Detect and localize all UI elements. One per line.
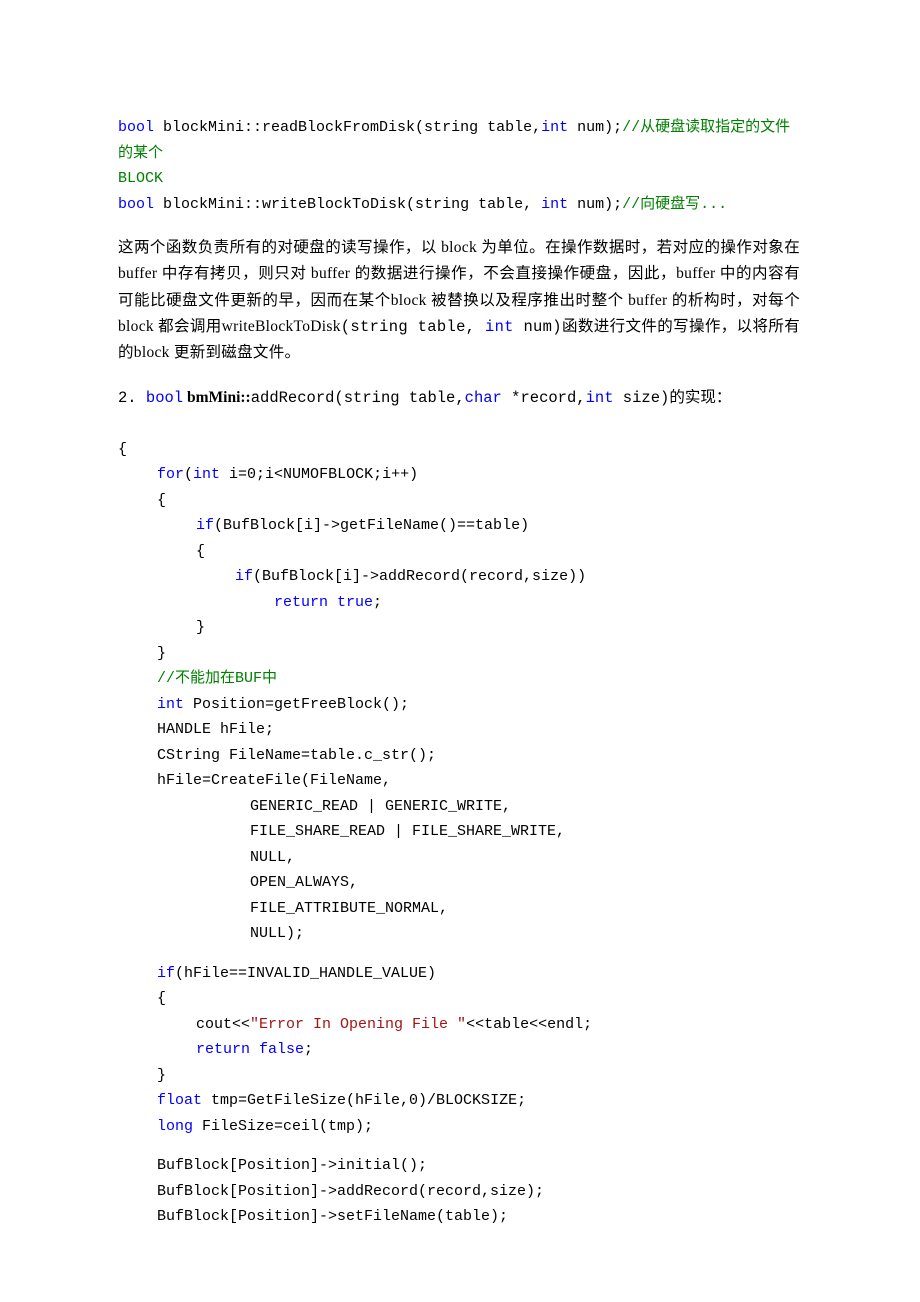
keyword-int: int [541,119,568,136]
keyword-bool: bool [118,196,154,213]
string-literal: "Error In Opening File " [250,1016,466,1033]
brace: { [118,441,127,458]
keyword-if: if [235,568,253,585]
code-text: i=0;i<NUMOFBLOCK;i++) [220,466,418,483]
code-text: BufBlock[Position]->setFileName(table); [118,1204,508,1230]
comment: //不能加在BUF中 [118,666,277,692]
keyword-if: if [196,517,214,534]
code-text: GENERIC_READ | GENERIC_WRITE, [118,794,511,820]
code-text: num); [568,196,622,213]
keyword-int: int [157,696,184,713]
code-text: BufBlock[Position]->addRecord(record,siz… [118,1179,544,1205]
class-name: bmMini:: [183,389,251,406]
code-text: OPEN_ALWAYS, [118,870,358,896]
code-text: (BufBlock[i]->getFileName()==table) [214,517,529,534]
brace: } [118,1063,166,1089]
keyword-int: int [193,466,220,483]
code-text: blockMini::readBlockFromDisk(string tabl… [154,119,541,136]
item-number: 2. [118,389,146,407]
code-line: bool blockMini::writeBlockToDisk(string … [118,192,800,218]
code-body: { for(int i=0;i<NUMOFBLOCK;i++) { if(Buf… [118,411,800,1255]
keyword-bool: bool [118,119,154,136]
function-sig: addRecord(string table, [251,389,465,407]
keyword-return: return [196,1041,250,1058]
code-text: FileSize=ceil(tmp); [193,1118,373,1135]
code-line: bool blockMini::readBlockFromDisk(string… [118,115,800,166]
comment: //向硬盘写... [622,196,727,213]
code-text: HANDLE hFile; [118,717,274,743]
code-text: FILE_SHARE_READ | FILE_SHARE_WRITE, [118,819,565,845]
code-text: hFile=CreateFile(FileName, [118,768,391,794]
semicolon: ; [373,594,382,611]
top-code-block: bool blockMini::readBlockFromDisk(string… [118,115,800,217]
code-text: (hFile==INVALID_HANDLE_VALUE) [175,965,436,982]
keyword-int: int [541,196,568,213]
keyword-float: float [157,1092,202,1109]
keyword-true: true [328,594,373,611]
section-heading: 2. bool bmMini::addRecord(string table,c… [118,385,800,412]
code-text: NULL); [118,921,304,947]
keyword-long: long [157,1118,193,1135]
keyword-return: return [274,594,328,611]
function-sig: *record, [502,389,586,407]
keyword-int: int [485,318,514,336]
code-text: (BufBlock[i]->addRecord(record,size)) [253,568,586,585]
brace: { [118,488,166,514]
brace: } [118,641,166,667]
keyword-int: int [586,389,614,407]
semicolon: ; [304,1041,313,1058]
brace: { [118,986,166,1012]
keyword-bool: bool [146,389,183,407]
brace: } [118,615,205,641]
code-text: NULL, [118,845,295,871]
keyword-false: false [250,1041,304,1058]
code-text: ( [184,466,193,483]
code-text: num); [568,119,622,136]
cn-text: 的实现： [669,389,731,407]
code-text: tmp=GetFileSize(hFile,0)/BLOCKSIZE; [202,1092,526,1109]
keyword-for: for [157,466,184,483]
keyword-if: if [157,965,175,982]
code-inline: num) [514,318,562,336]
code-text: cout<< [196,1016,250,1033]
body-paragraph: 这两个函数负责所有的对硬盘的读写操作，以 block 为单位。在操作数据时，若对… [118,235,800,367]
function-sig: size) [614,389,670,407]
code-text: CString FileName=table.c_str(); [118,743,436,769]
code-text: blockMini::writeBlockToDisk(string table… [154,196,541,213]
code-text: <<table<<endl; [466,1016,592,1033]
document-page: bool blockMini::readBlockFromDisk(string… [0,0,920,1302]
keyword-char: char [465,389,502,407]
comment-continued: BLOCK [118,166,800,192]
code-text: Position=getFreeBlock(); [184,696,409,713]
brace: { [118,539,205,565]
code-text: FILE_ATTRIBUTE_NORMAL, [118,896,448,922]
code-inline: (string table, [341,318,485,336]
code-text: BufBlock[Position]->initial(); [118,1153,427,1179]
